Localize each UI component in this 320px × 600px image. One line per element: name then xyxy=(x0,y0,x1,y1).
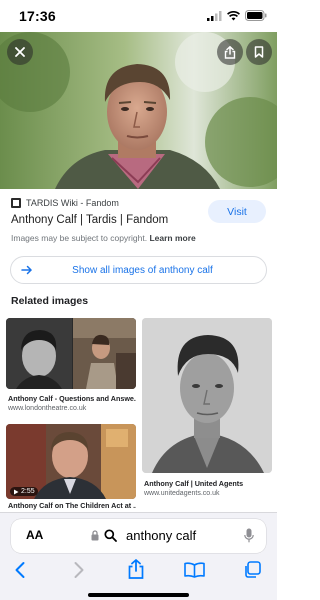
lock-icon xyxy=(91,530,99,541)
mic-icon[interactable] xyxy=(244,528,254,543)
bookmark-icon xyxy=(254,46,264,58)
show-all-label: Show all images of anthony calf xyxy=(72,264,213,276)
close-button[interactable] xyxy=(7,39,33,65)
status-time: 17:36 xyxy=(19,8,56,24)
copyright-text: Images may be subject to copyright. xyxy=(11,233,148,243)
hero-image[interactable] xyxy=(0,32,277,189)
back-icon[interactable] xyxy=(14,561,26,579)
related-image-card[interactable]: Anthony Calf - Questions and Answe... ww… xyxy=(6,318,136,418)
share-toolbar-icon[interactable] xyxy=(127,559,145,579)
navigation-toolbar xyxy=(0,555,277,585)
copyright-notice: Images may be subject to copyright. Lear… xyxy=(11,233,196,243)
related-video-card[interactable]: 2:55 Anthony Calf on The Children Act at… xyxy=(6,424,136,512)
show-all-images-button[interactable]: Show all images of anthony calf xyxy=(10,256,267,284)
share-icon xyxy=(224,45,236,59)
address-query[interactable]: anthony calf xyxy=(126,528,196,543)
forward-icon[interactable] xyxy=(73,561,85,579)
close-icon xyxy=(15,47,25,57)
related-image xyxy=(142,318,272,473)
status-icons xyxy=(207,10,267,21)
reader-settings-button[interactable]: AA xyxy=(26,528,43,542)
wifi-icon xyxy=(227,10,240,20)
arrow-right-icon xyxy=(21,265,33,275)
visit-button[interactable]: Visit xyxy=(208,200,266,223)
learn-more-link[interactable]: Learn more xyxy=(149,233,195,243)
browser-toolbar: AA anthony calf xyxy=(0,512,277,600)
share-button[interactable] xyxy=(217,39,243,65)
tabs-icon[interactable] xyxy=(243,561,261,579)
related-source: www.londontheatre.co.uk xyxy=(8,405,87,412)
video-duration-badge: 2:55 xyxy=(10,487,38,496)
related-source: www.unitedagents.co.uk xyxy=(144,490,220,497)
battery-icon xyxy=(245,10,267,21)
bookmark-button[interactable] xyxy=(246,39,272,65)
related-caption: Anthony Calf - Questions and Answe... xyxy=(8,394,136,403)
related-caption: Anthony Calf on The Children Act at ... xyxy=(8,501,136,510)
related-images-heading: Related images xyxy=(11,295,89,307)
related-caption: Anthony Calf | United Agents xyxy=(144,479,244,488)
related-image-card[interactable]: Anthony Calf | United Agents www.uniteda… xyxy=(142,318,272,503)
video-duration: 2:55 xyxy=(21,488,35,495)
bookmarks-icon[interactable] xyxy=(184,562,205,578)
related-video-thumbnail: 2:55 xyxy=(6,424,136,499)
play-icon xyxy=(14,489,19,494)
result-source[interactable]: TARDIS Wiki - Fandom xyxy=(11,198,119,208)
address-bar[interactable]: AA anthony calf xyxy=(11,519,266,553)
search-icon xyxy=(104,529,117,542)
result-title[interactable]: Anthony Calf | Tardis | Fandom xyxy=(11,214,168,226)
home-indicator xyxy=(88,593,189,597)
tardis-favicon-icon xyxy=(11,198,21,208)
related-image xyxy=(6,318,136,389)
source-name: TARDIS Wiki - Fandom xyxy=(26,198,119,208)
status-bar: 17:36 xyxy=(0,0,277,32)
signal-icon xyxy=(207,10,222,21)
